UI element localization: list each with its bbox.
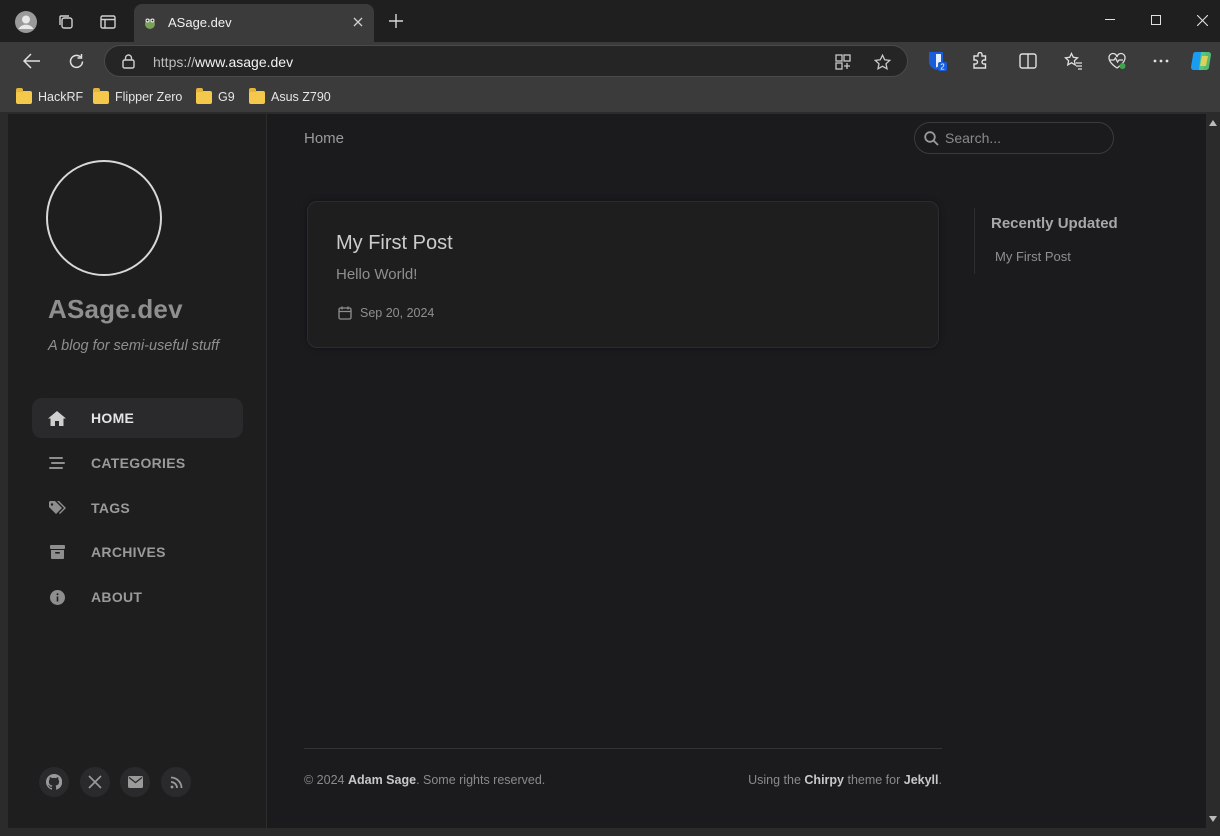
folder-icon [249,87,265,104]
tab-asage[interactable]: ASage.dev [134,4,374,42]
footer-divider [304,748,942,749]
tab-title: ASage.dev [168,15,232,30]
scroll-up-icon[interactable] [1209,120,1217,126]
workspaces-icon[interactable] [54,10,78,34]
email-icon[interactable] [120,767,150,797]
rss-icon[interactable] [161,767,191,797]
sidebar: ASage.dev A blog for semi-useful stuff H… [8,114,267,828]
web-page: ASage.dev A blog for semi-useful stuff H… [8,114,1206,828]
vertical-tabs-icon[interactable] [96,10,120,34]
home-icon [48,410,66,426]
close-window-icon[interactable] [1189,8,1215,32]
favorites-icon[interactable] [1061,49,1085,73]
bookmark-label: G9 [218,90,235,104]
minimize-icon[interactable] [1097,8,1123,32]
nav-item-tags[interactable]: TAGS [32,488,243,528]
calendar-icon [338,306,352,320]
avatar[interactable] [46,160,162,276]
post-excerpt: Hello World! [336,266,418,283]
tags-icon [48,500,66,516]
back-icon[interactable] [20,49,44,73]
search-input[interactable]: Search... [914,122,1114,154]
bookmarks-bar: HackRF Flipper Zero G9 Asus Z790 [0,80,1220,112]
site-title[interactable]: ASage.dev [48,294,183,325]
extensions-icon[interactable] [968,49,992,73]
split-screen-icon[interactable] [1016,49,1040,73]
bookmark-asus-z790[interactable]: Asus Z790 [249,87,331,106]
archive-icon [48,544,66,560]
post-date: Sep 20, 2024 [360,306,435,320]
nav-item-about[interactable]: ABOUT [32,577,243,617]
github-icon[interactable] [39,767,69,797]
footer-theme-credit: Using the Chirpy theme for Jekyll. [748,773,942,787]
url-text[interactable]: https://www.asage.dev [153,54,293,70]
svg-text:2: 2 [940,63,945,72]
bitwarden-extension-icon[interactable]: 2 [925,49,949,73]
nav-label: CATEGORIES [91,455,186,471]
folder-icon [196,87,212,104]
browser-toolbar: https://www.asage.dev 2 [0,42,1220,80]
nav-label: ARCHIVES [91,544,166,560]
address-bar[interactable]: https://www.asage.dev [104,45,908,77]
bookmark-label: Asus Z790 [271,90,331,104]
bookmark-label: HackRF [38,90,84,104]
refresh-icon[interactable] [64,49,88,73]
favorite-star-icon[interactable] [872,52,892,72]
post-title[interactable]: My First Post [336,232,453,255]
new-tab-icon[interactable] [386,11,406,31]
author-link[interactable]: Adam Sage [348,773,416,787]
nav-item-home[interactable]: HOME [32,398,243,438]
maximize-icon[interactable] [1143,8,1169,32]
nav-label: TAGS [91,500,131,516]
bookmark-label: Flipper Zero [115,90,183,104]
search-placeholder[interactable]: Search... [945,130,1001,146]
lock-icon[interactable] [122,54,136,69]
nav-item-archives[interactable]: ARCHIVES [32,532,243,572]
profile-icon[interactable] [14,10,38,34]
folder-icon [16,87,32,104]
app-available-icon[interactable] [833,52,853,72]
panel-heading: Recently Updated [991,215,1118,232]
x-icon[interactable] [80,767,110,797]
nav-item-categories[interactable]: CATEGORIES [32,443,243,483]
bookmark-hackrf[interactable]: HackRF [16,87,84,106]
footer-copyright: © 2024 Adam Sage. Some rights reserved. [304,773,546,787]
browser-essentials-icon[interactable] [1105,49,1129,73]
copilot-icon[interactable] [1190,49,1214,73]
search-icon [924,131,939,146]
nav-label: ABOUT [91,589,143,605]
frog-favicon-icon [143,16,157,30]
bookmark-flipper-zero[interactable]: Flipper Zero [93,87,183,106]
post-card[interactable]: My First Post Hello World! Sep 20, 2024 [307,201,939,348]
scroll-down-icon[interactable] [1209,816,1217,822]
stream-icon [48,455,66,471]
recently-updated-panel: Recently Updated My First Post [974,208,1134,274]
jekyll-link[interactable]: Jekyll [904,773,939,787]
folder-icon [93,87,109,104]
more-options-icon[interactable] [1149,49,1173,73]
site-subtitle: A blog for semi-useful stuff [48,338,220,354]
page-scrollbar[interactable] [1206,114,1220,828]
post-meta: Sep 20, 2024 [338,306,434,320]
info-icon [48,589,66,605]
browser-window: ASage.dev https://www.asage.dev 2 HackRF… [0,0,1220,836]
chirpy-link[interactable]: Chirpy [804,773,844,787]
recent-post-link[interactable]: My First Post [995,249,1071,264]
tab-strip: ASage.dev [0,0,1220,42]
close-tab-icon[interactable] [350,14,366,30]
breadcrumb: Home [304,130,345,147]
bookmark-g9[interactable]: G9 [196,87,235,106]
nav-label: HOME [91,410,135,426]
